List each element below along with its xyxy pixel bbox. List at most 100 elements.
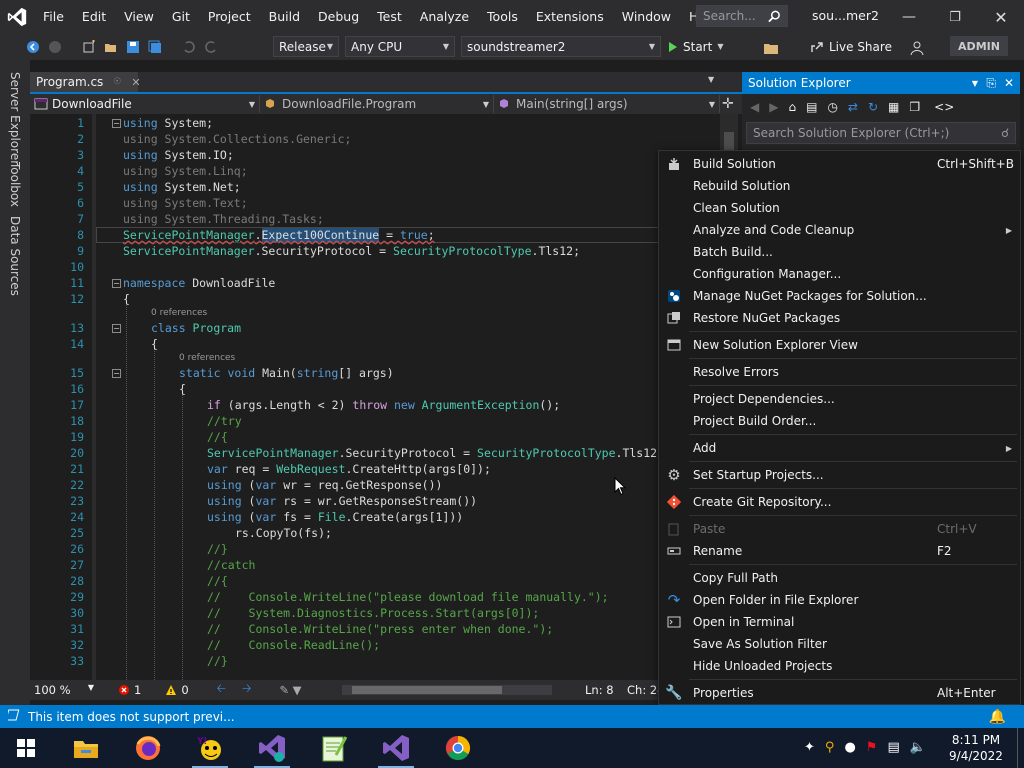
menu-tools[interactable]: Tools [478,0,527,34]
menu-window[interactable]: Window [613,0,680,34]
code-icon[interactable]: <> [934,100,954,114]
menu-item-manage-nuget[interactable]: Manage NuGet Packages for Solution... [659,285,1020,307]
navigate-back-icon[interactable] [23,37,43,57]
volume-icon[interactable]: 🔈 [910,740,926,755]
save-all-icon[interactable] [145,37,165,57]
refresh-icon[interactable]: ↻ [868,100,878,114]
menu-item-new-explorer-view[interactable]: New Solution Explorer View [659,334,1020,356]
codelens-references[interactable]: 0 references [151,308,207,318]
menu-build[interactable]: Build [260,0,309,34]
menu-item-paste[interactable]: Paste Ctrl+V [659,518,1020,540]
save-icon[interactable] [123,37,143,57]
zoom-select[interactable]: 100 % ▼ [34,683,94,697]
menu-edit[interactable]: Edit [73,0,115,34]
maximize-button[interactable]: ❐ [932,0,978,34]
network-icon[interactable]: ▤ [887,740,899,755]
menu-file[interactable]: File [34,0,73,34]
codelens-references[interactable]: 0 references [179,353,235,363]
home-icon[interactable]: ⌂ [788,100,796,114]
menu-item-project-dependencies[interactable]: Project Dependencies... [659,388,1020,410]
start-button[interactable]: Start ▼ [668,36,723,57]
menu-extensions[interactable]: Extensions [527,0,613,34]
class-navigator[interactable]: DownloadFile.Program ▼ [260,95,494,113]
feedback-icon[interactable] [907,38,927,58]
tab-program-cs[interactable]: Program.cs ☉ ✕ [30,72,141,92]
sync-icon[interactable]: ⇄ [848,100,858,114]
forward-arrow-icon[interactable]: 🡢 [242,681,251,700]
startup-project-select[interactable]: soundstreamer2 ▼ [461,36,661,57]
undo-icon[interactable] [179,37,199,57]
platform-select[interactable]: Any CPU ▼ [345,36,455,57]
tab-overflow-icon[interactable]: ▼ [708,75,714,84]
menu-item-save-solution-filter[interactable]: Save As Solution Filter [659,633,1020,655]
pin-icon[interactable]: ⎘ [986,76,996,91]
close-button[interactable]: ✕ [978,0,1024,34]
menu-test[interactable]: Test [368,0,411,34]
menu-debug[interactable]: Debug [309,0,368,34]
forward-icon[interactable]: ▶ [769,100,778,114]
notifications-bell-icon[interactable]: 🔔 [989,709,1006,725]
menu-analyze[interactable]: Analyze [411,0,478,34]
taskbar-clock[interactable]: 8:11 PM 9/4/2022 [940,732,1012,764]
search-input[interactable]: Search... [696,5,788,27]
pin-icon[interactable]: ☉ [113,77,121,87]
menu-view[interactable]: View [115,0,163,34]
network-share-icon[interactable]: ✦ [804,740,815,755]
folder-icon[interactable] [761,38,781,58]
close-icon[interactable]: ✕ [1004,76,1014,90]
taskbar-visual-studio-installer[interactable] [246,728,298,768]
configuration-select[interactable]: Release ▼ [273,36,339,57]
windows-start-button[interactable] [0,728,52,768]
show-desktop-button[interactable] [1017,728,1024,768]
collapse-icon[interactable]: − [112,119,121,128]
history-icon[interactable]: ◷ [827,100,837,114]
menu-git[interactable]: Git [163,0,199,34]
navigate-forward-icon[interactable] [45,37,65,57]
project-navigator[interactable]: DownloadFile ▼ [30,95,260,113]
code-editor[interactable]: 1 2 3 4 5 6 7 8 9 10 11 12 13 14 15 16 1… [30,114,720,680]
menu-item-open-folder[interactable]: ↷ Open Folder in File Explorer [659,589,1020,611]
tab-toolbox[interactable]: Toolbox [8,162,22,207]
back-icon[interactable]: ◀ [750,100,759,114]
redo-icon[interactable] [201,37,221,57]
menu-item-copy-full-path[interactable]: Copy Full Path [659,567,1020,589]
taskbar-notepad-plus[interactable] [308,728,360,768]
menu-item-hide-unloaded[interactable]: Hide Unloaded Projects [659,655,1020,677]
menu-item-add[interactable]: Add ▶ [659,437,1020,459]
menu-project[interactable]: Project [199,0,260,34]
menu-item-build-solution[interactable]: Build Solution Ctrl+Shift+B [659,153,1020,175]
menu-item-rename[interactable]: Rename F2 [659,540,1020,562]
open-file-icon[interactable] [101,37,121,57]
menu-item-properties[interactable]: 🔧 Properties Alt+Enter [659,682,1020,704]
collapse-icon[interactable]: − [112,369,121,378]
tab-server-explorer[interactable]: Server Explorer [8,72,22,165]
menu-item-create-git-repository[interactable]: Create Git Repository... [659,491,1020,513]
scroll-thumb[interactable] [352,686,502,694]
split-editor-icon[interactable]: ✛ [722,96,734,112]
new-project-icon[interactable] [79,37,99,57]
show-all-files-icon[interactable]: ❐ [909,100,920,114]
horizontal-scrollbar[interactable] [342,685,552,695]
minimize-button[interactable]: — [886,0,932,34]
messenger-tray-icon[interactable]: ● [844,740,855,755]
taskbar-firefox[interactable] [122,728,174,768]
menu-item-analyze-cleanup[interactable]: Analyze and Code Cleanup ▶ [659,219,1020,241]
menu-item-rebuild-solution[interactable]: Rebuild Solution [659,175,1020,197]
search-icon[interactable]: ⚲ [825,740,835,755]
error-count[interactable]: 1 [118,683,141,697]
warning-count[interactable]: 0 [165,683,189,697]
menu-item-configuration-manager[interactable]: Configuration Manager... [659,263,1020,285]
collapse-icon[interactable]: − [112,324,121,333]
taskbar-visual-studio[interactable] [370,728,422,768]
menu-item-resolve-errors[interactable]: Resolve Errors [659,361,1020,383]
taskbar-yahoo-messenger[interactable]: Y! [184,728,236,768]
live-share-button[interactable]: Live Share [810,36,892,57]
taskbar-file-explorer[interactable] [60,728,112,768]
brush-icon[interactable]: ✎ ▼ [279,683,301,697]
back-arrow-icon[interactable]: 🡠 [217,681,226,700]
menu-item-batch-build[interactable]: Batch Build... [659,241,1020,263]
switch-views-icon[interactable]: ▤ [806,100,817,114]
menu-item-restore-nuget[interactable]: Restore NuGet Packages [659,307,1020,329]
user-account-badge[interactable]: ADMIN [950,36,1008,56]
taskbar-chrome[interactable] [432,728,484,768]
